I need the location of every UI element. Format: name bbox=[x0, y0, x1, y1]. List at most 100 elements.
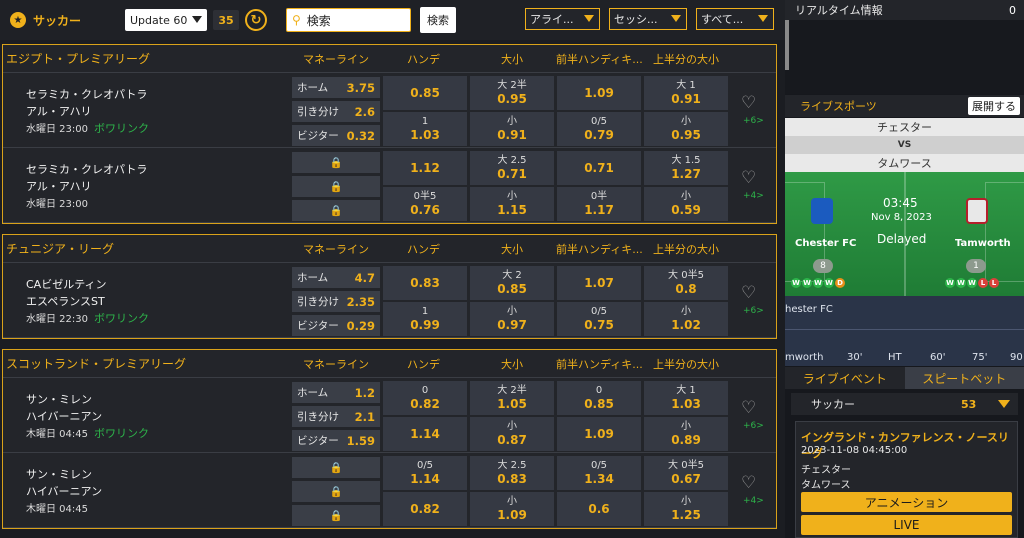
away-team[interactable]: ハイバーニアン bbox=[26, 483, 102, 499]
league-name[interactable]: チュニジア・リーグ bbox=[6, 240, 114, 257]
moneyline-away[interactable]: ビジター 0.29 bbox=[292, 315, 380, 336]
more-bets-link[interactable]: +6> bbox=[743, 421, 764, 431]
odds-line: 大 1 bbox=[676, 79, 696, 91]
moneyline-away[interactable]: ビジター 1.59 bbox=[292, 430, 380, 451]
odds-cell[interactable]: 大 0半5 0.67 bbox=[644, 456, 728, 490]
odds-cell[interactable]: 小 1.02 bbox=[644, 302, 728, 336]
favorite-heart-icon[interactable]: ♡ bbox=[741, 283, 756, 303]
odds-cell[interactable]: 大 2.5 0.71 bbox=[470, 151, 554, 185]
favorite-heart-icon[interactable]: ♡ bbox=[741, 473, 756, 493]
odds-cell[interactable]: 0.85 bbox=[383, 76, 467, 110]
moneyline-draw[interactable]: 引き分け 2.35 bbox=[292, 291, 380, 312]
odds-cell[interactable]: 0.6 bbox=[557, 492, 641, 526]
odds-value: 0.95 bbox=[671, 127, 701, 142]
odds-cell[interactable]: 1.12 bbox=[383, 151, 467, 185]
chevron-down-icon bbox=[998, 400, 1010, 408]
odds-cell[interactable]: 0.82 bbox=[383, 492, 467, 526]
odds-cell[interactable]: 1 0.99 bbox=[383, 302, 467, 336]
moneyline-draw[interactable]: 引き分け 2.1 bbox=[292, 406, 380, 427]
odds-cell[interactable]: 大 2.5 0.83 bbox=[470, 456, 554, 490]
away-team[interactable]: アル・アハリ bbox=[26, 103, 91, 119]
column-header: 前半ハンディキ... bbox=[556, 52, 643, 66]
odds-cell[interactable]: 小 1.15 bbox=[470, 187, 554, 221]
odds-value: 0.76 bbox=[410, 202, 440, 217]
odds-cell[interactable]: 0/5 0.75 bbox=[557, 302, 641, 336]
odds-cell[interactable]: 0 0.85 bbox=[557, 381, 641, 415]
away-team[interactable]: ハイバーニアン bbox=[26, 408, 102, 424]
home-team[interactable]: サン・ミレン bbox=[26, 391, 92, 407]
away-team[interactable]: エスペランスST bbox=[26, 293, 105, 309]
animation-button[interactable]: アニメーション bbox=[801, 492, 1012, 512]
odds-cell[interactable]: 0半5 0.76 bbox=[383, 187, 467, 221]
odds-cell[interactable]: 0 0.82 bbox=[383, 381, 467, 415]
match-tracker-pitch[interactable]: 03:45 Nov 8, 2023 Delayed Chester FC Tam… bbox=[785, 172, 1024, 296]
odds-cell[interactable]: 小 0.59 bbox=[644, 187, 728, 221]
update-interval-select[interactable]: Update 60 bbox=[125, 9, 207, 31]
refresh-icon[interactable]: ↻ bbox=[245, 9, 267, 31]
odds-cell[interactable]: 小 1.09 bbox=[470, 492, 554, 526]
league-name[interactable]: エジプト・プレミアリーグ bbox=[6, 50, 150, 67]
odds-cell[interactable]: 1 1.03 bbox=[383, 112, 467, 146]
odds-cell[interactable]: 大 2 0.85 bbox=[470, 266, 554, 300]
odds-cell[interactable]: 0/5 0.79 bbox=[557, 112, 641, 146]
odds-value: 1.02 bbox=[671, 317, 701, 332]
odds-cell[interactable]: 大 1.5 1.27 bbox=[644, 151, 728, 185]
tab-live-events[interactable]: ライブイベント bbox=[785, 367, 905, 389]
moneyline-home[interactable]: ホーム 4.7 bbox=[292, 267, 380, 288]
odds-cell[interactable]: 小 0.89 bbox=[644, 417, 728, 451]
odds-cell[interactable]: 0.83 bbox=[383, 266, 467, 300]
more-bets-link[interactable]: +6> bbox=[743, 306, 764, 316]
live-stream-link[interactable]: ボワリンク bbox=[94, 122, 149, 135]
odds-cell[interactable]: 1.07 bbox=[557, 266, 641, 300]
more-bets-link[interactable]: +4> bbox=[743, 496, 764, 506]
more-bets-link[interactable]: +6> bbox=[743, 116, 764, 126]
moneyline-home[interactable]: ホーム 3.75 bbox=[292, 77, 380, 98]
expand-button[interactable]: 展開する bbox=[968, 97, 1020, 115]
search-input[interactable]: ⚲ 検索 bbox=[286, 8, 411, 32]
odds-cell[interactable]: 1.09 bbox=[557, 76, 641, 110]
filter-dropdown-1[interactable]: アライ... bbox=[525, 8, 600, 30]
favorite-heart-icon[interactable]: ♡ bbox=[741, 168, 756, 188]
odds-cell[interactable]: 1.09 bbox=[557, 417, 641, 451]
favorite-heart-icon[interactable]: ♡ bbox=[741, 398, 756, 418]
home-team[interactable]: セラミカ・クレオパトラ bbox=[26, 161, 147, 177]
moneyline-odds: 4.7 bbox=[354, 270, 375, 285]
odds-cell[interactable]: 小 1.25 bbox=[644, 492, 728, 526]
live-stream-link[interactable]: ボワリンク bbox=[94, 427, 149, 440]
moneyline-away[interactable]: ビジター 0.32 bbox=[292, 125, 380, 146]
moneyline-home[interactable]: ホーム 1.2 bbox=[292, 382, 380, 403]
away-team[interactable]: アル・アハリ bbox=[26, 178, 91, 194]
odds-cell[interactable]: 0/5 1.34 bbox=[557, 456, 641, 490]
home-team[interactable]: セラミカ・クレオパトラ bbox=[26, 86, 147, 102]
more-bets-link[interactable]: +4> bbox=[743, 191, 764, 201]
form-badge: W bbox=[956, 278, 966, 288]
live-button[interactable]: LIVE bbox=[801, 515, 1012, 535]
filter-dropdown-3[interactable]: すべて... bbox=[696, 8, 774, 30]
odds-cell[interactable]: 大 0半5 0.8 bbox=[644, 266, 728, 300]
odds-cell[interactable]: 大 1 0.91 bbox=[644, 76, 728, 110]
scrollbar[interactable] bbox=[785, 20, 789, 70]
odds-cell[interactable]: 大 2半 0.95 bbox=[470, 76, 554, 110]
league-name[interactable]: スコットランド・プレミアリーグ bbox=[6, 355, 186, 372]
tab-speed-bet[interactable]: スピートベット bbox=[904, 367, 1024, 389]
search-button[interactable]: 検索 bbox=[420, 7, 456, 33]
odds-cell[interactable]: 大 2半 1.05 bbox=[470, 381, 554, 415]
home-team[interactable]: サン・ミレン bbox=[26, 466, 92, 482]
right-sport-select[interactable]: サッカー 53 bbox=[791, 393, 1018, 415]
odds-cell[interactable]: 小 0.87 bbox=[470, 417, 554, 451]
odds-cell[interactable]: 小 0.97 bbox=[470, 302, 554, 336]
odds-cell[interactable]: 小 0.95 bbox=[644, 112, 728, 146]
live-sports-title: ライブスポーツ bbox=[800, 100, 877, 113]
lock-icon: 🔒 bbox=[329, 462, 343, 474]
odds-cell[interactable]: 小 0.91 bbox=[470, 112, 554, 146]
moneyline-draw[interactable]: 引き分け 2.6 bbox=[292, 101, 380, 122]
live-stream-link[interactable]: ボワリンク bbox=[94, 312, 149, 325]
odds-cell[interactable]: 0半 1.17 bbox=[557, 187, 641, 221]
favorite-heart-icon[interactable]: ♡ bbox=[741, 93, 756, 113]
odds-cell[interactable]: 0.71 bbox=[557, 151, 641, 185]
odds-cell[interactable]: 0/5 1.14 bbox=[383, 456, 467, 490]
odds-cell[interactable]: 大 1 1.03 bbox=[644, 381, 728, 415]
filter-dropdown-2[interactable]: セッシ... bbox=[609, 8, 687, 30]
home-team[interactable]: CAビゼルティン bbox=[26, 276, 107, 292]
odds-cell[interactable]: 1.14 bbox=[383, 417, 467, 451]
